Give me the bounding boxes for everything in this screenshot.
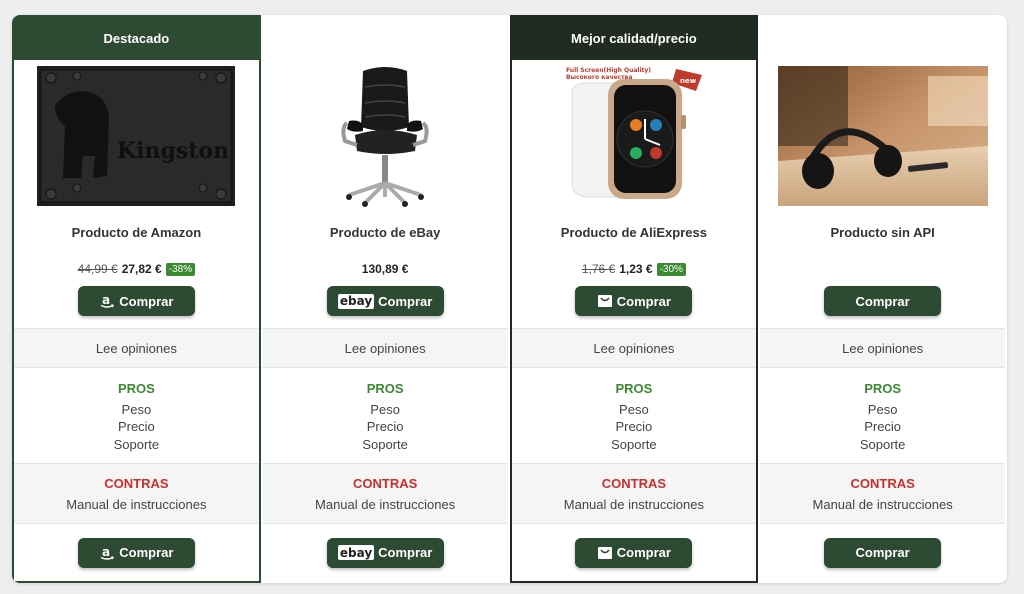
- product-title[interactable]: Producto de AliExpress: [512, 212, 757, 252]
- svg-text:a: a: [102, 545, 110, 559]
- read-reviews-link[interactable]: Lee opiniones: [14, 328, 259, 368]
- pros-item: Soporte: [362, 436, 408, 452]
- buy-label: Comprar: [855, 545, 910, 560]
- buy-button-aliexpress-bottom[interactable]: Comprar: [575, 537, 693, 568]
- cons-section: CONTRAS Manual de instrucciones: [14, 463, 259, 524]
- read-reviews-link[interactable]: Lee opiniones: [511, 328, 757, 368]
- pros-title: PROS: [366, 381, 404, 396]
- buy-button-ebay[interactable]: ebay Comprar: [326, 286, 444, 316]
- pros-item: Peso: [867, 401, 898, 417]
- price-row: 130,89 €: [263, 252, 508, 286]
- old-price: 1,76 €: [581, 262, 616, 276]
- ebay-icon: ebay: [337, 545, 375, 560]
- read-reviews-link[interactable]: Lee opiniones: [262, 328, 508, 368]
- old-price: 44,99 €: [77, 262, 118, 276]
- product-image-headphones[interactable]: [760, 60, 1005, 212]
- pros-item: Precio: [615, 419, 653, 434]
- product-column-ebay: Producto de eBay 130,89 € ebay Comprar L…: [261, 15, 510, 583]
- product-column-no-api: Producto sin API Comprar Lee opiniones P…: [758, 15, 1007, 583]
- pros-section: PROS Peso Precio Soporte: [14, 368, 259, 463]
- cons-item: Manual de instrucciones: [66, 497, 207, 512]
- buy-label: Comprar: [616, 293, 671, 309]
- pros-item: Soporte: [859, 436, 906, 452]
- amazon-icon: a: [99, 545, 115, 561]
- cons-item: Manual de instrucciones: [315, 497, 456, 512]
- pros-title: PROS: [117, 381, 155, 396]
- product-title[interactable]: Producto sin API: [760, 212, 1005, 252]
- pros-item: Precio: [117, 419, 155, 434]
- buy-button-ebay-bottom[interactable]: ebay Comprar: [326, 537, 444, 568]
- amazon-icon: a: [99, 293, 115, 309]
- price-row: 44,99 € 27,82 € -38%: [14, 252, 259, 286]
- pros-section: PROS Peso Precio Soporte: [760, 368, 1005, 463]
- pros-item: Precio: [366, 419, 404, 434]
- cons-title: CONTRAS: [850, 476, 915, 491]
- buy-button-amazon[interactable]: a Comprar: [77, 286, 195, 316]
- comparison-table: Destacado Kingston Producto de Amazon 44…: [12, 15, 1007, 583]
- cons-title: CONTRAS: [601, 476, 667, 491]
- aliexpress-bag-icon: [597, 546, 613, 560]
- buy-label: Comprar: [378, 293, 433, 309]
- ebay-icon: ebay: [337, 293, 375, 309]
- buy-label: Comprar: [119, 293, 174, 309]
- discount-badge: -30%: [656, 262, 686, 276]
- read-reviews-link[interactable]: Lee opiniones: [760, 328, 1005, 368]
- buy-label: Comprar: [616, 545, 671, 560]
- cons-section: CONTRAS Manual de instrucciones: [262, 463, 508, 524]
- svg-text:Full Screen(High Quality): Full Screen(High Quality): [566, 67, 651, 74]
- column-header-empty: [760, 17, 1005, 60]
- pros-item: Peso: [370, 401, 400, 417]
- product-title[interactable]: Producto de Amazon: [14, 212, 259, 252]
- product-column-amazon: Destacado Kingston Producto de Amazon 44…: [12, 15, 261, 583]
- pros-item: Precio: [864, 419, 902, 434]
- column-header-empty: [263, 17, 508, 60]
- pros-section: PROS Peso Precio Soporte: [263, 368, 508, 463]
- cons-item: Manual de instrucciones: [812, 497, 953, 512]
- cons-title: CONTRAS: [104, 476, 169, 491]
- current-price: 27,82 €: [121, 262, 162, 276]
- product-image-office-chair[interactable]: [263, 60, 508, 212]
- featured-badge: Destacado: [14, 17, 259, 60]
- svg-text:new: new: [680, 77, 697, 85]
- svg-text:Kingston: Kingston: [117, 138, 229, 164]
- product-title[interactable]: Producto de eBay: [263, 212, 508, 252]
- product-column-aliexpress: Mejor calidad/precio Full Screen(High Qu…: [509, 15, 759, 583]
- current-price: 1,23 €: [619, 262, 653, 276]
- pros-title: PROS: [615, 381, 653, 396]
- current-price: 130,89 €: [361, 262, 409, 276]
- price-row: [760, 252, 1005, 286]
- buy-button[interactable]: Comprar: [824, 286, 942, 316]
- cons-item: Manual de instrucciones: [563, 497, 704, 512]
- pros-title: PROS: [864, 381, 902, 396]
- pros-item: Peso: [121, 401, 152, 417]
- pros-item: Peso: [619, 401, 649, 417]
- discount-badge: -38%: [165, 262, 196, 276]
- buy-label: Comprar: [855, 293, 910, 309]
- aliexpress-bag-icon: [597, 294, 613, 308]
- product-image-kingston-ssd[interactable]: Kingston: [14, 60, 259, 212]
- cons-title: CONTRAS: [352, 476, 418, 491]
- pros-item: Soporte: [113, 436, 160, 452]
- svg-text:a: a: [102, 293, 110, 307]
- buy-button-aliexpress[interactable]: Comprar: [575, 286, 693, 316]
- cons-section: CONTRAS Manual de instrucciones: [511, 463, 757, 524]
- pros-section: PROS Peso Precio Soporte: [512, 368, 757, 463]
- buy-label: Comprar: [119, 545, 174, 560]
- buy-button-bottom[interactable]: Comprar: [824, 537, 942, 568]
- buy-label: Comprar: [378, 545, 433, 560]
- product-image-smartwatch[interactable]: Full Screen(High Quality) Высокого качес…: [512, 60, 757, 212]
- best-value-badge: Mejor calidad/precio: [511, 17, 757, 60]
- cons-section: CONTRAS Manual de instrucciones: [760, 463, 1005, 524]
- pros-item: Soporte: [611, 436, 657, 452]
- price-row: 1,76 € 1,23 € -30%: [512, 252, 757, 286]
- buy-button-amazon-bottom[interactable]: a Comprar: [77, 537, 195, 568]
